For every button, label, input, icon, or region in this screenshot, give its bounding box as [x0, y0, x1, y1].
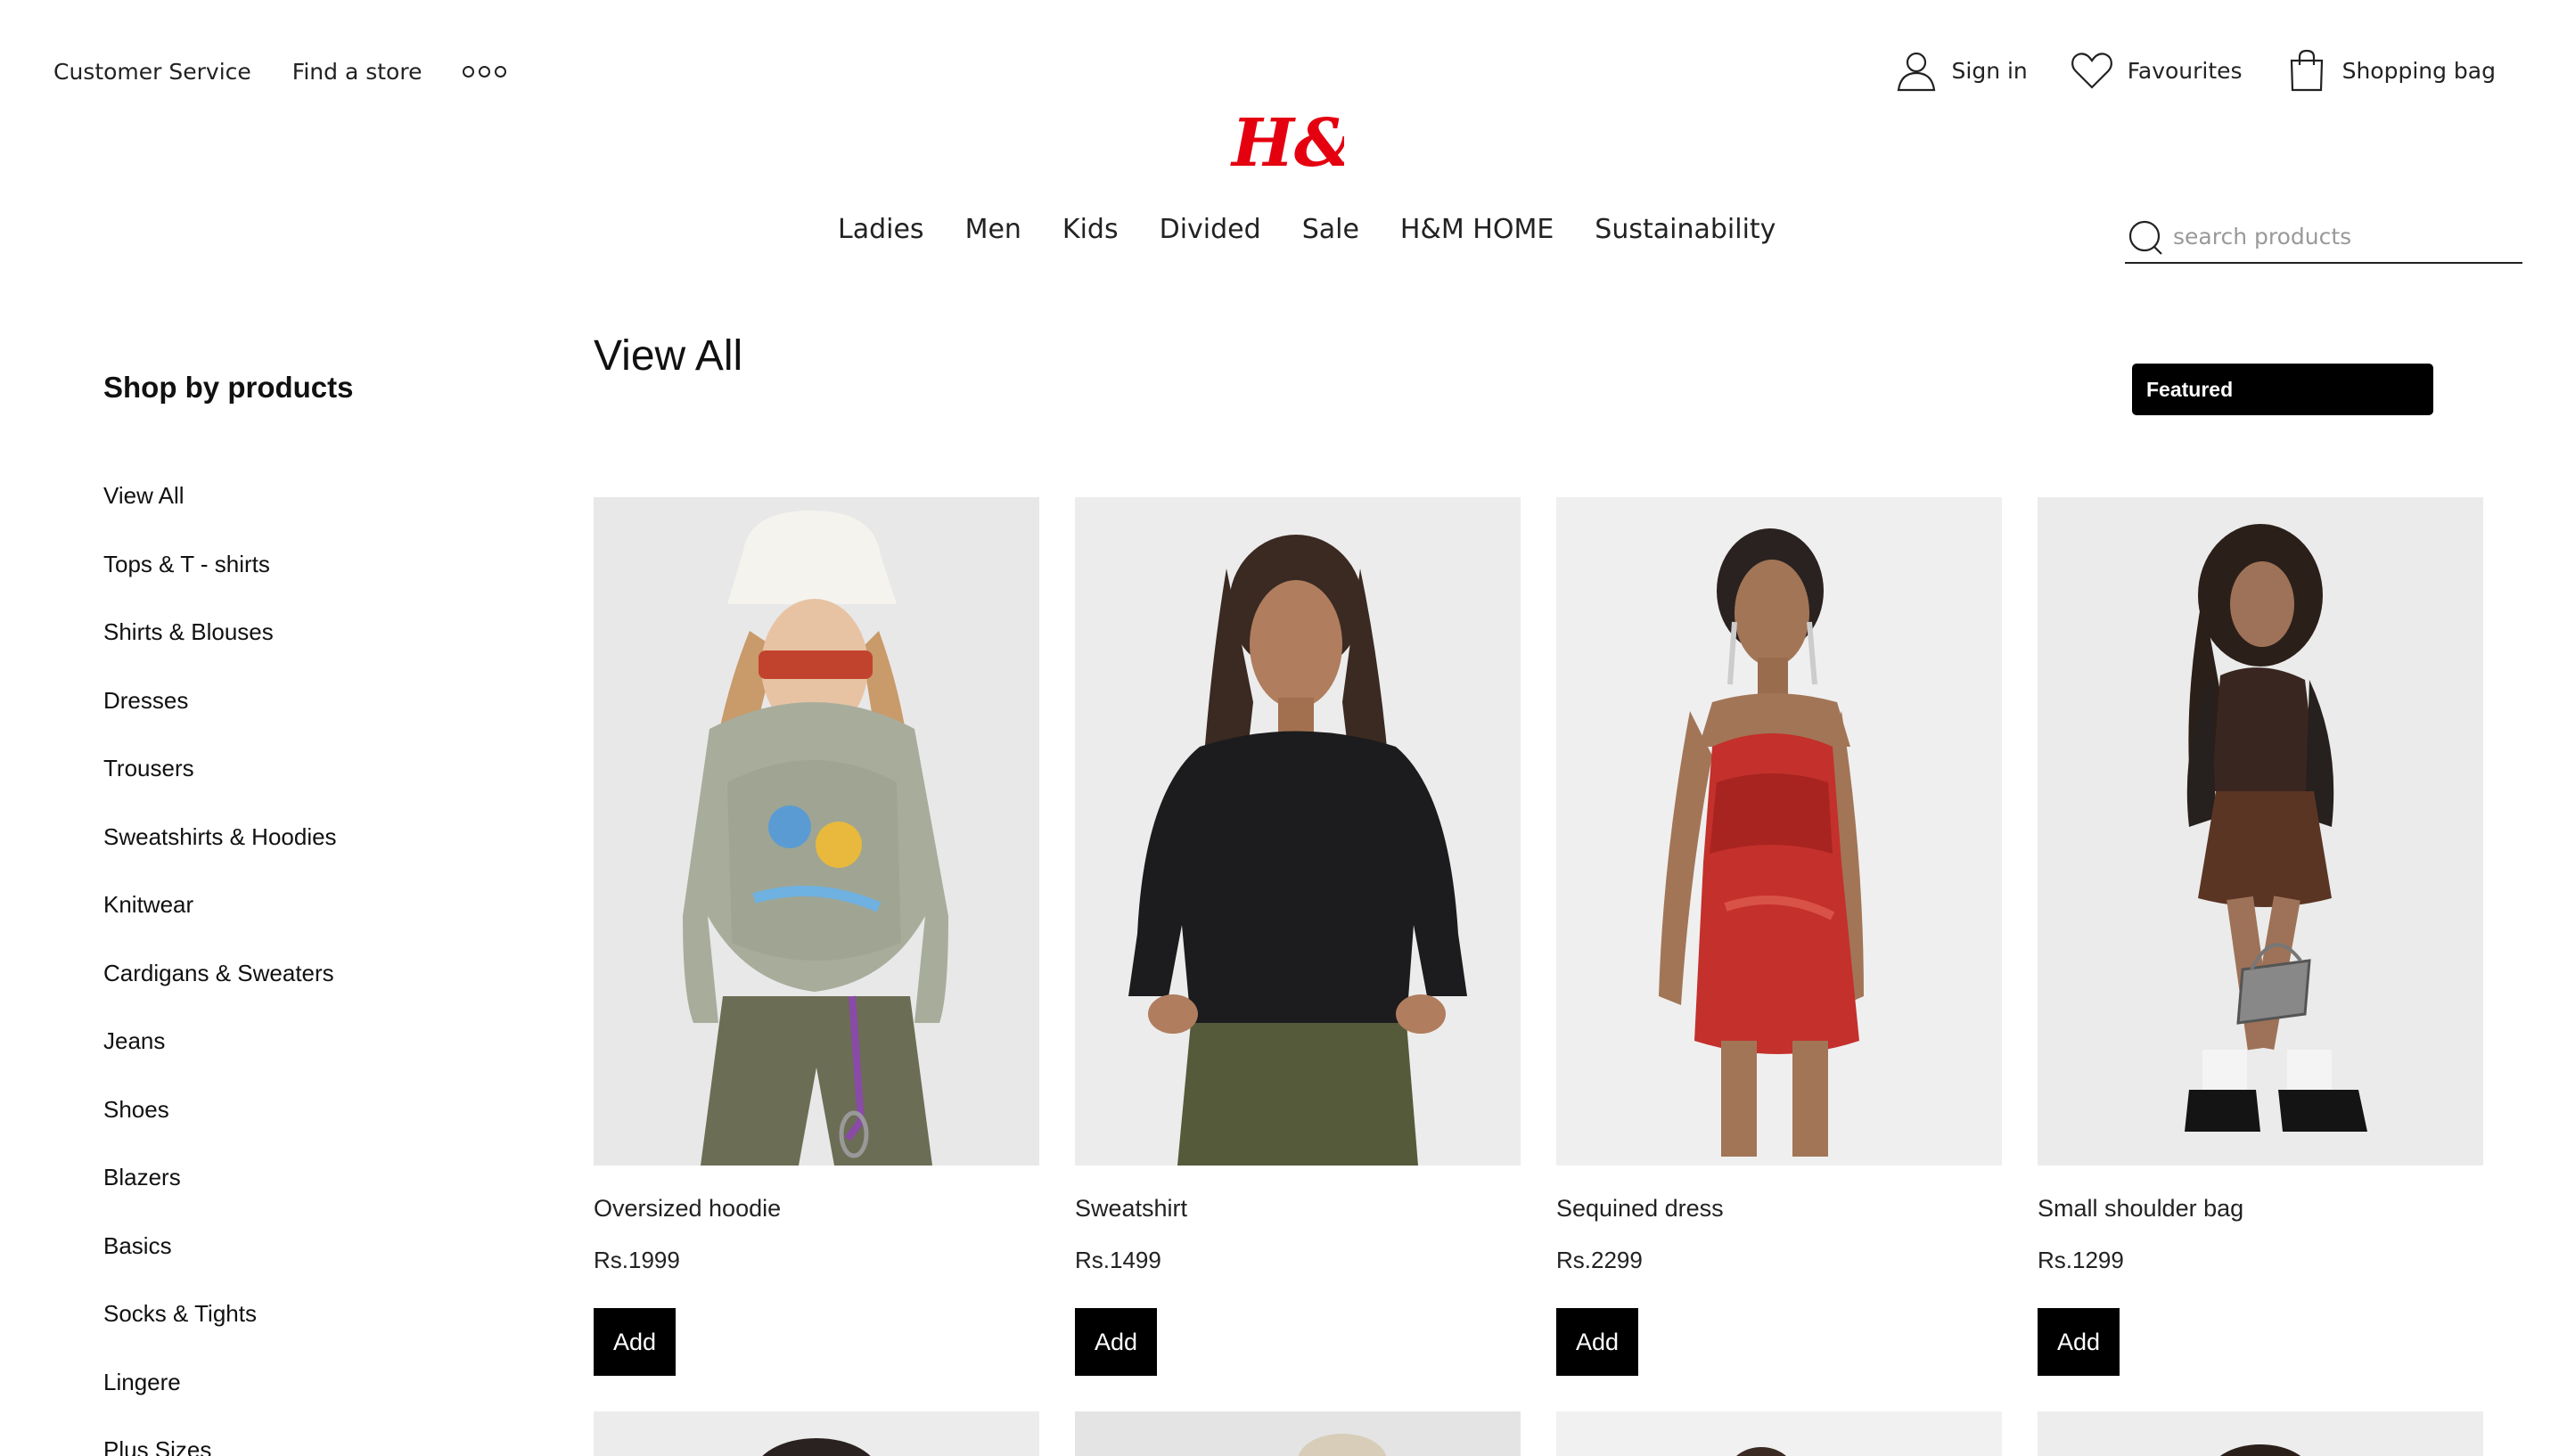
page-title: View All: [594, 332, 743, 380]
product-name[interactable]: Sweatshirt: [1075, 1190, 1521, 1226]
sidebar-title: Shop by products: [103, 371, 354, 404]
category-list: View All Tops & T - shirts Shirts & Blou…: [103, 478, 531, 1456]
category-basics[interactable]: Basics: [103, 1228, 531, 1296]
customer-service-link[interactable]: Customer Service: [53, 59, 251, 85]
product-card[interactable]: Sequined dress Rs.2299 Add: [1556, 497, 2002, 1376]
product-image[interactable]: [2038, 1411, 2483, 1456]
search-icon[interactable]: [2125, 215, 2168, 258]
product-card[interactable]: Sweatshirt Rs.1499 Add: [1075, 497, 1521, 1376]
product-price: Rs.1299: [2038, 1247, 2124, 1273]
utility-nav-right: Sign in Favourites Shopping bag: [1852, 46, 2496, 94]
nav-ladies[interactable]: Ladies: [838, 214, 924, 245]
category-blazers[interactable]: Blazers: [103, 1159, 531, 1228]
category-knitwear[interactable]: Knitwear: [103, 887, 531, 955]
category-cardigans-sweaters[interactable]: Cardigans & Sweaters: [103, 955, 531, 1024]
search-input[interactable]: [2173, 223, 2512, 249]
svg-text:H&M: H&M: [1230, 105, 1344, 178]
product-name[interactable]: Sequined dress: [1556, 1190, 2002, 1226]
category-tops-t-shirts[interactable]: Tops & T - shirts: [103, 546, 531, 615]
add-to-bag-button[interactable]: Add: [594, 1308, 676, 1376]
nav-kids[interactable]: Kids: [1062, 214, 1119, 245]
search-bar: [2125, 210, 2522, 264]
add-to-bag-button[interactable]: Add: [1556, 1308, 1638, 1376]
category-view-all[interactable]: View All: [103, 478, 531, 546]
category-lingere[interactable]: Lingere: [103, 1364, 531, 1433]
category-plus-sizes[interactable]: Plus Sizes: [103, 1432, 531, 1456]
favourites-label: Favourites: [2127, 57, 2243, 84]
favourites-button[interactable]: Favourites: [2069, 47, 2243, 94]
product-name[interactable]: Oversized hoodie: [594, 1190, 1039, 1226]
product-image[interactable]: [594, 1411, 1039, 1456]
nav-sale[interactable]: Sale: [1302, 214, 1359, 245]
shopping-bag-button[interactable]: Shopping bag: [2284, 47, 2496, 94]
product-card[interactable]: Oversized hoodie Rs.1999 Add: [594, 497, 1039, 1376]
category-trousers[interactable]: Trousers: [103, 750, 531, 819]
user-icon: [1897, 52, 1935, 92]
sort-dropdown[interactable]: Featured: [2132, 364, 2433, 415]
add-to-bag-button[interactable]: Add: [1075, 1308, 1157, 1376]
category-shoes[interactable]: Shoes: [103, 1092, 531, 1160]
sign-in-label: Sign in: [1951, 57, 2028, 84]
utility-nav-left: Customer Service Find a store: [53, 53, 507, 89]
nav-hm-home[interactable]: H&M HOME: [1400, 214, 1554, 245]
category-sweatshirts-hoodies[interactable]: Sweatshirts & Hoodies: [103, 819, 531, 888]
category-jeans[interactable]: Jeans: [103, 1023, 531, 1092]
product-image[interactable]: [1556, 1411, 2002, 1456]
more-dots-icon[interactable]: [463, 65, 507, 78]
shopping-bag-label: Shopping bag: [2341, 57, 2496, 84]
sign-in-button[interactable]: Sign in: [1893, 47, 2028, 94]
product-name[interactable]: Small shoulder bag: [2038, 1190, 2483, 1226]
category-shirts-blouses[interactable]: Shirts & Blouses: [103, 614, 531, 683]
find-a-store-link[interactable]: Find a store: [292, 59, 422, 85]
shopping-bag-icon: [2290, 49, 2323, 92]
hm-logo[interactable]: H&M: [1228, 96, 1344, 178]
product-image[interactable]: [594, 497, 1039, 1166]
product-image[interactable]: [1075, 497, 1521, 1166]
product-price: Rs.2299: [1556, 1247, 1643, 1273]
nav-sustainability[interactable]: Sustainability: [1595, 214, 1776, 245]
product-image[interactable]: [2038, 497, 2483, 1166]
category-socks-tights[interactable]: Socks & Tights: [103, 1296, 531, 1364]
category-sidebar: Shop by products View All Tops & T - shi…: [103, 365, 531, 1456]
product-price: Rs.1499: [1075, 1247, 1161, 1273]
add-to-bag-button[interactable]: Add: [2038, 1308, 2120, 1376]
heart-icon: [2071, 53, 2112, 89]
product-image[interactable]: [1075, 1411, 1521, 1456]
product-image[interactable]: [1556, 497, 2002, 1166]
category-dresses[interactable]: Dresses: [103, 683, 531, 751]
main-nav: Ladies Men Kids Divided Sale H&M HOME Su…: [838, 207, 1817, 251]
nav-men[interactable]: Men: [965, 214, 1021, 245]
product-card[interactable]: Small shoulder bag Rs.1299 Add: [2038, 497, 2483, 1376]
nav-divided[interactable]: Divided: [1160, 214, 1261, 245]
product-price: Rs.1999: [594, 1247, 680, 1273]
